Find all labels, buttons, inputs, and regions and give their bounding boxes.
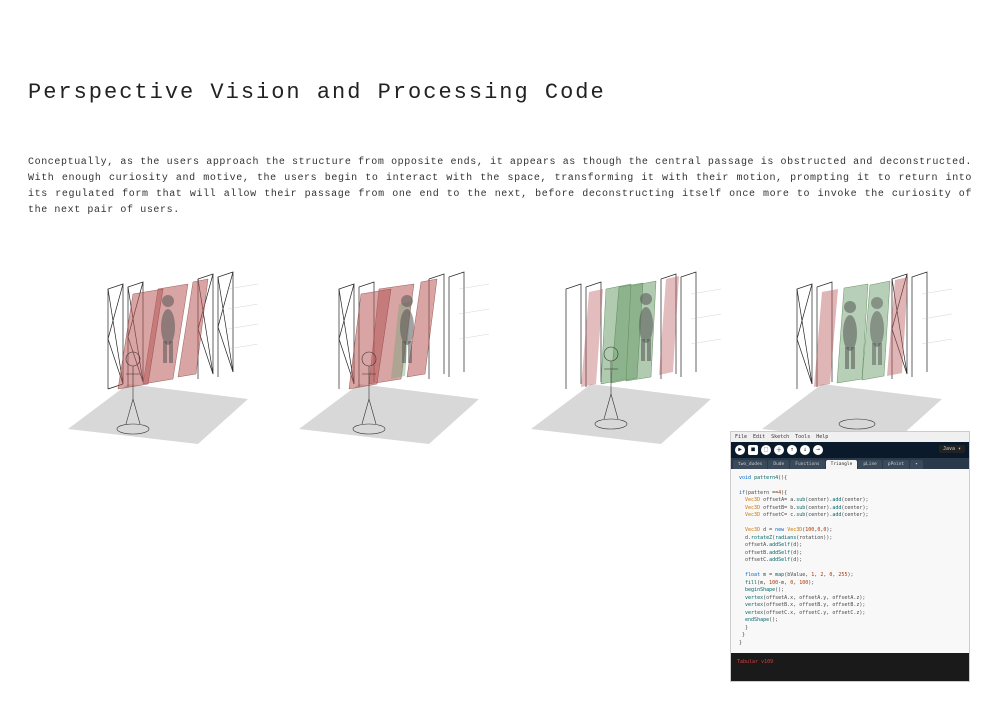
new-button[interactable]: ＋ [774, 445, 784, 455]
tab-pline[interactable]: pLine [858, 460, 882, 469]
diagram-4 [742, 259, 952, 449]
ide-menubar[interactable]: File Edit Sketch Tools Help [731, 432, 969, 442]
tab-two-dudes[interactable]: two_dudes [733, 460, 767, 469]
diagram-2 [279, 259, 489, 449]
export-button[interactable]: → [813, 445, 823, 455]
tab-ppoint[interactable]: pPoint [883, 460, 909, 469]
mode-selector[interactable]: Java ▾ [939, 445, 965, 453]
body-paragraph: Conceptually, as the users approach the … [28, 155, 972, 219]
diagram-3 [511, 259, 721, 449]
ide-console: Tabular v109 [731, 653, 969, 681]
tab-functions[interactable]: Functions [790, 460, 824, 469]
ide-toolbar: ▶ ■ ⬚ ＋ ↑ ↓ → Java ▾ [731, 442, 969, 458]
tab-triangle[interactable]: Triangle [826, 460, 858, 469]
tab-dude[interactable]: Dude [768, 460, 789, 469]
menu-tools[interactable]: Tools [795, 434, 810, 440]
ide-tabs: two_dudes Dude Functions Triangle pLine … [731, 458, 969, 469]
run-button[interactable]: ▶ [735, 445, 745, 455]
menu-sketch[interactable]: Sketch [771, 434, 789, 440]
tab-dropdown-icon[interactable]: ▾ [910, 460, 923, 469]
diagram-row [28, 259, 972, 449]
diagram-1 [48, 259, 258, 449]
save-button[interactable]: ↓ [800, 445, 810, 455]
menu-help[interactable]: Help [816, 434, 828, 440]
open-button[interactable]: ↑ [787, 445, 797, 455]
stop-button[interactable]: ■ [748, 445, 758, 455]
page-title: Perspective Vision and Processing Code [28, 80, 972, 105]
menu-file[interactable]: File [735, 434, 747, 440]
menu-edit[interactable]: Edit [753, 434, 765, 440]
debug-button[interactable]: ⬚ [761, 445, 771, 455]
ide-code-editor[interactable]: void pattern4(){ if(pattern ==4){ Vec3D … [731, 469, 969, 654]
processing-ide: File Edit Sketch Tools Help ▶ ■ ⬚ ＋ ↑ ↓ … [730, 431, 970, 683]
